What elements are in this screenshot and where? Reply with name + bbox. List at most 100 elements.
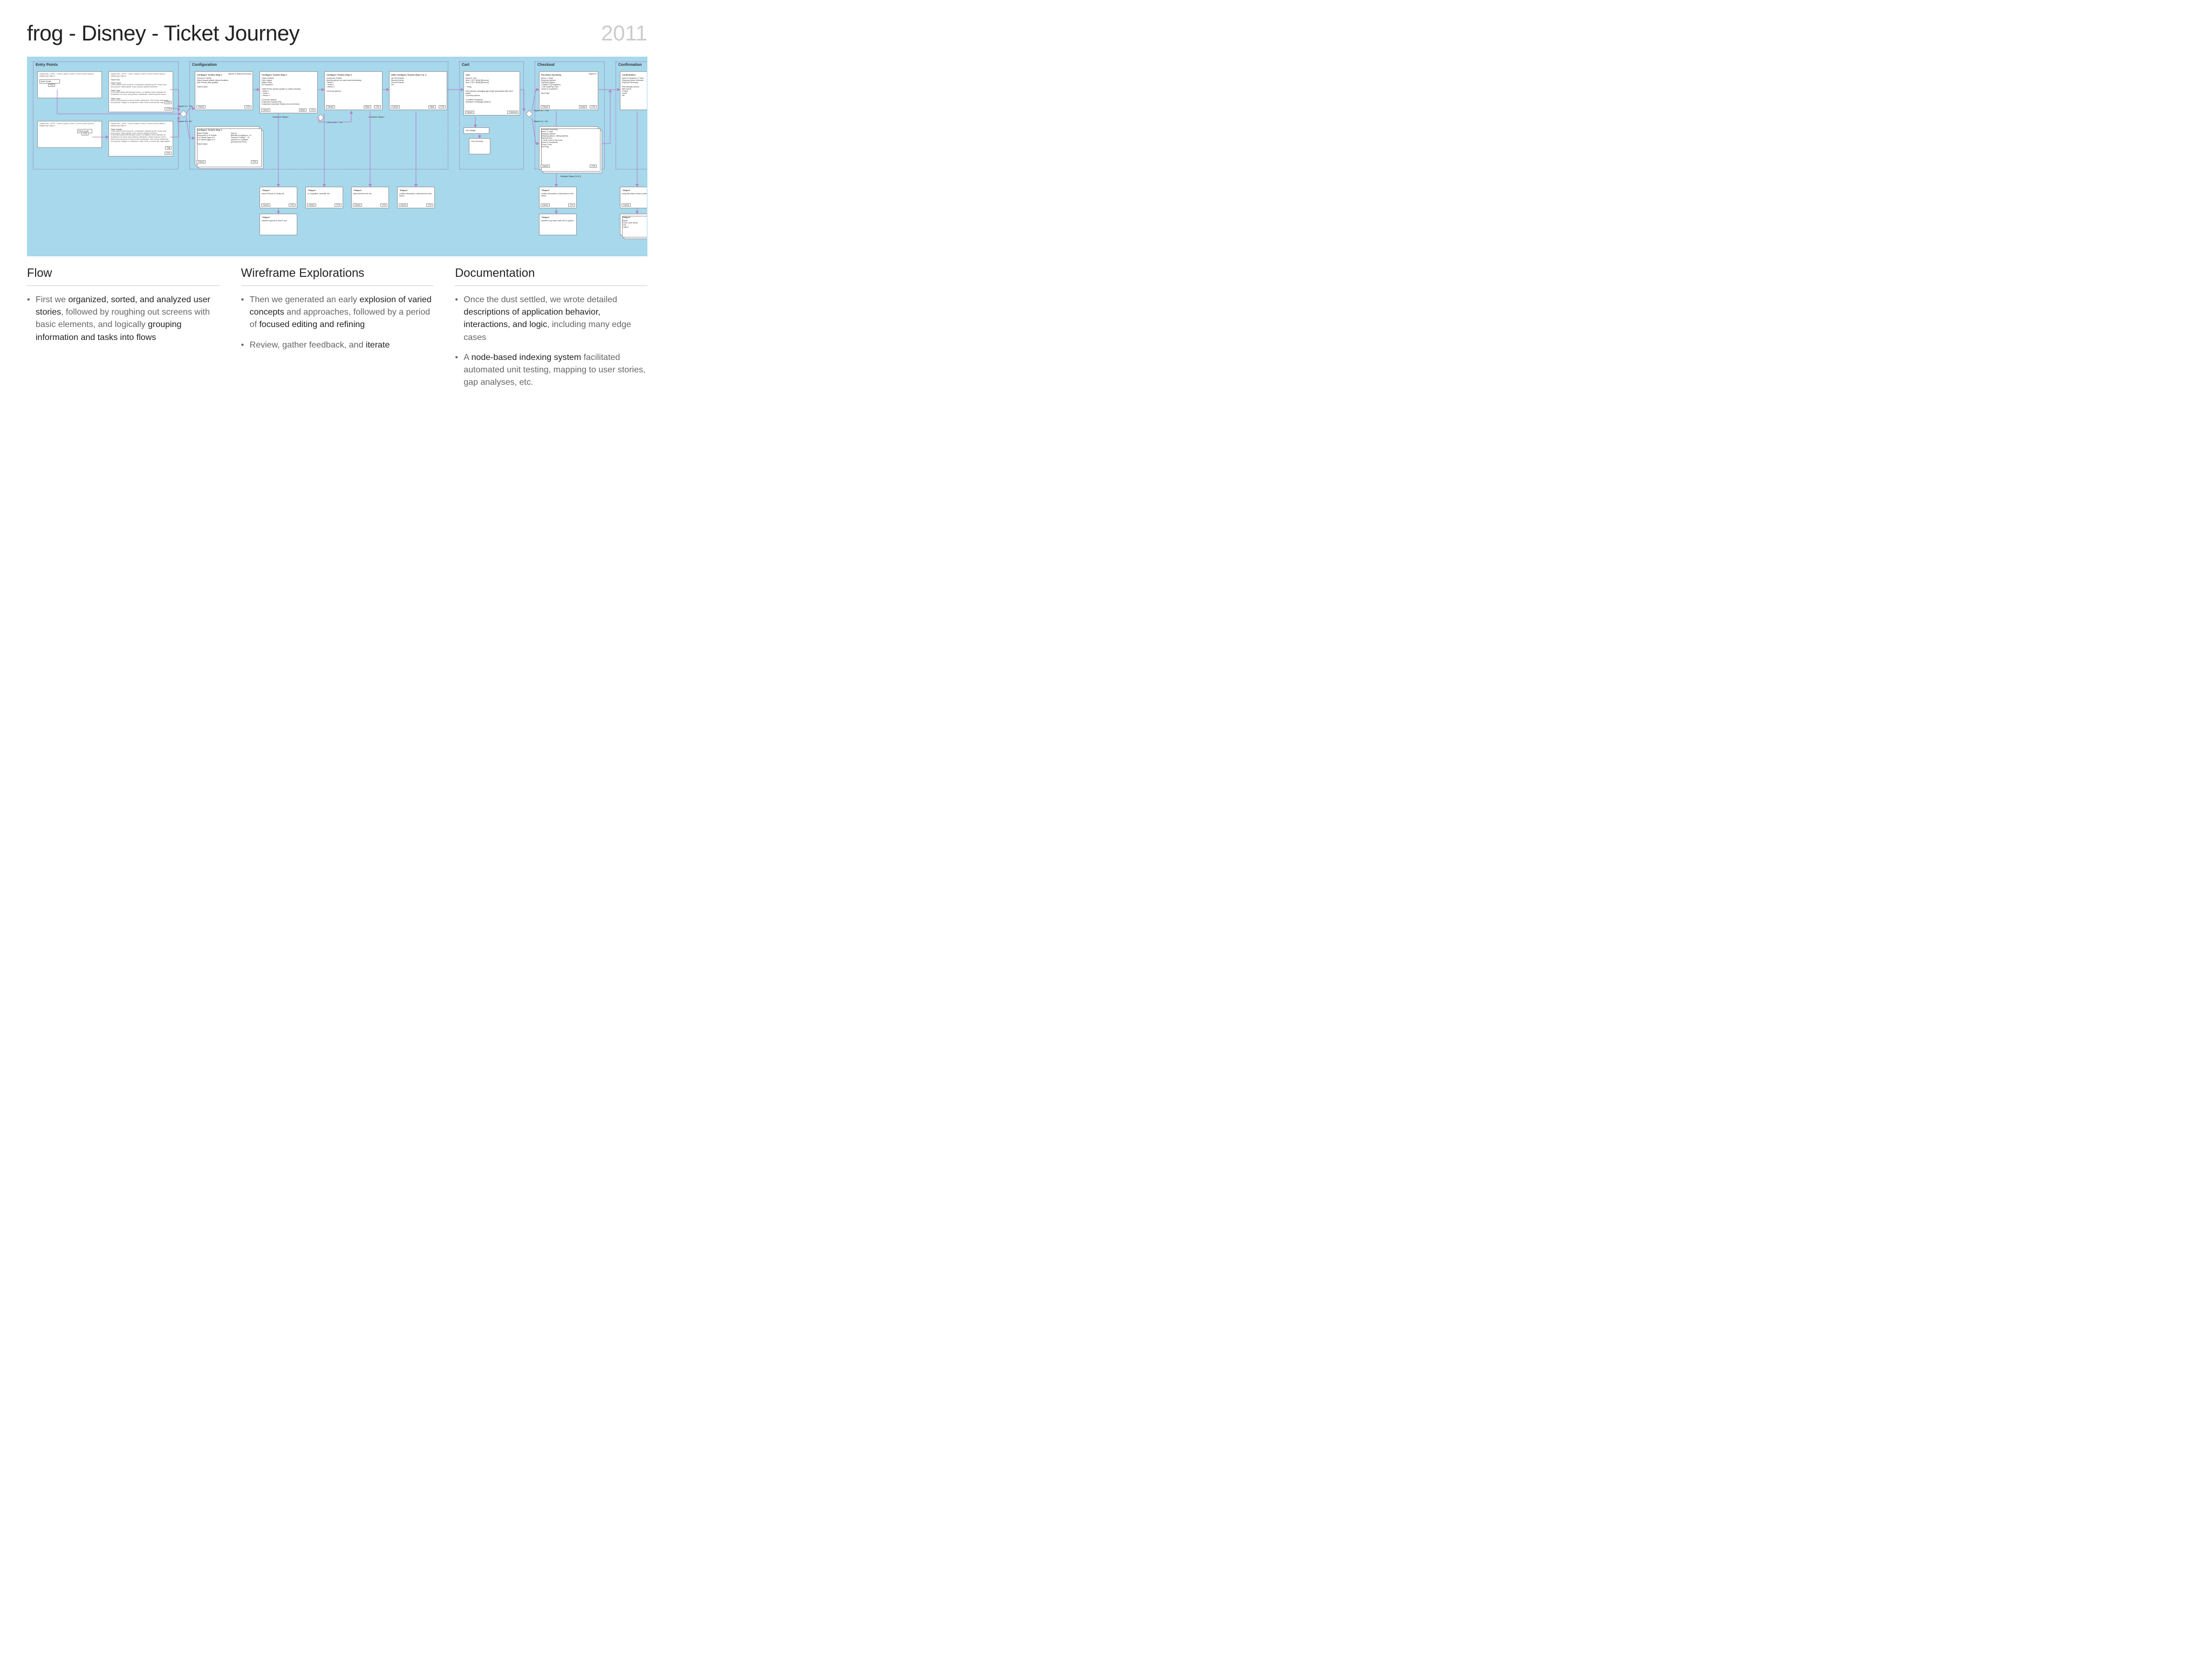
back-button: Back xyxy=(299,108,306,112)
wf-helper-confirm2: "Helper" eticket: • learn more about • l… xyxy=(620,214,647,235)
wf-cart: Cart Items in Cart Item 1 QTY [Edit] [Re… xyxy=(463,71,520,115)
col-heading: Wireframe Explorations xyxy=(241,266,434,280)
label-signed-no: Signed In = No xyxy=(177,120,192,123)
assist-button: Assist xyxy=(579,105,587,108)
cancel-button: Cancel xyxy=(307,203,316,207)
divider xyxy=(241,285,434,286)
cta-button: CTA xyxy=(48,84,55,87)
quick-quote-box: Quick Quote: xyxy=(39,79,60,84)
wf-body: Up-Sell Tickets Special Events Current E… xyxy=(391,77,445,86)
cancel-button: Cancel xyxy=(196,160,206,164)
cancel-button: Cancel xyxy=(541,165,550,168)
wf-title: "Helper" xyxy=(622,189,647,192)
wf-title: "Helper" xyxy=(622,216,647,219)
col-flow: Flow First we organized, sorted, and ana… xyxy=(27,266,220,396)
bullet: A node-based indexing system facilitated… xyxy=(455,351,647,389)
wf-title: "Helper" xyxy=(541,189,575,192)
back-button: Back xyxy=(364,105,371,108)
divider xyxy=(27,285,220,286)
wf-body: describe how each enter info & options xyxy=(541,220,575,222)
checkout-button: Checkout xyxy=(507,111,518,114)
cta-button: CTA xyxy=(426,203,433,207)
page-header: frog - Disney - Ticket Journey 2011 xyxy=(27,22,647,46)
wf-title: Configure Tickets Step 2 xyxy=(262,73,316,76)
cta-button: CTA xyxy=(334,203,342,207)
wf-entry-ticket-intro: Global Nav – MYD : Lorem | Ipsum | dolor… xyxy=(108,71,173,112)
cancel-button: Cancel xyxy=(326,105,335,108)
nav-bar: Global Nav – MYD : Lorem | Ipsum | dolor… xyxy=(39,73,100,78)
cancel-button: Cancel xyxy=(261,203,270,207)
wf-helper-checkout: "Helper" confirm information, instructio… xyxy=(539,187,577,208)
cta-button: CTA xyxy=(590,105,597,108)
wf-config-step2: Configure Tickets Step 2 Ticket Options:… xyxy=(260,71,318,113)
cta-button: CTA xyxy=(81,132,88,135)
cancel-button: Cancel xyxy=(353,203,362,207)
phase-label: Cart xyxy=(460,62,523,68)
description-columns: Flow First we organized, sorted, and ana… xyxy=(27,266,647,396)
wf-body: Friends & Family: Select toward parties … xyxy=(197,77,251,84)
label-signed-welcome: Signed In (Welcome [User]) xyxy=(228,73,251,75)
wf-cart-summary: Cart Summary xyxy=(469,138,490,154)
decision-signed-in xyxy=(180,110,187,118)
lorem-text: Nulla rhoncus ipsum viverra mollis males… xyxy=(111,100,171,104)
section: Ticket Intro xyxy=(111,79,171,81)
bullet: Once the dust settled, we wrote detailed… xyxy=(455,294,647,344)
col-heading: Flow xyxy=(27,266,220,280)
wf-body: confirm information, instructions to fir… xyxy=(541,193,575,197)
wf-title: "Helper" xyxy=(262,216,295,219)
wf-config-step3a: Configure Tickets Step 3 Customize Ticke… xyxy=(324,71,383,110)
wf-title: "Helper" xyxy=(262,189,295,192)
wf-title: Purchase Summary xyxy=(541,73,596,76)
cta-button: CTA xyxy=(380,203,387,207)
wf-confirmation: Confirmation Items Purchased / n Total S… xyxy=(620,71,647,110)
nav-bar: Global Nav – MYD : Lorem | Ipsum | dolor… xyxy=(39,123,100,127)
label-combine: Combine Steps? xyxy=(272,115,289,118)
cta-button: CTA xyxy=(590,165,597,168)
wf-helper-1: "Helper" about Friends & Family etc. Can… xyxy=(260,187,297,208)
wf-body: about Friends & Family etc. xyxy=(262,193,295,195)
label-signed-no: Signed In = No xyxy=(534,120,548,123)
wf-config-step3b: AND Configure Tickets Step 3 or 4 Up-Sel… xyxy=(389,71,447,110)
cta-button: CTA xyxy=(309,108,316,112)
lorem-text: Lorem ipsum dolor sit amet, consectetur … xyxy=(111,84,171,89)
bullet: Then we generated an early explosion of … xyxy=(241,294,434,331)
bullet: First we organized, sorted, and analyzed… xyxy=(27,294,220,344)
wf-title: "Helper" xyxy=(541,216,575,219)
phase-label: Confirmation xyxy=(616,62,647,68)
wf-body: bring this data to kiosk confirmation et… xyxy=(622,193,647,195)
nav-bar: Global Nav – MYD : Lorem | Ipsum | dolor… xyxy=(111,73,171,78)
wf-body: Ticket Details Summarize # of Tickets # … xyxy=(197,132,230,145)
wf-title: AND Configure Tickets Step 3 or 4 xyxy=(391,73,445,76)
lorem-text: Cras malesuada pellentesque turpis, eu d… xyxy=(111,92,171,96)
wf-helper-4: "Helper" confirm information, instructio… xyxy=(397,187,435,208)
divider xyxy=(455,285,647,286)
label-combine: Combine Steps? xyxy=(368,115,385,118)
label-signed-in: Signed In xyxy=(589,73,597,75)
cancel-button: Cancel xyxy=(391,105,400,108)
cta-button: CTA xyxy=(165,101,172,104)
wf-body: eticket: • learn more about • link • vid… xyxy=(622,220,647,228)
wf-helper-1b: "Helper" describe options & how to use xyxy=(260,214,297,235)
cancel-button: Cancel xyxy=(622,203,631,207)
phase-label: Configuration xyxy=(190,62,448,68)
wf-helper-checkout2: "Helper" describe how each enter info & … xyxy=(539,214,577,235)
page-year: 2011 xyxy=(601,22,647,46)
tag-button: Tag xyxy=(165,146,172,149)
wf-helper-confirm: "Helper" bring this data to kiosk confir… xyxy=(620,187,647,208)
cancel-button: Cancel xyxy=(541,105,550,108)
wf-title: Confirmation xyxy=(622,73,647,76)
signin-body: Sign In: Benefits of signing in, i.e. Fr… xyxy=(231,132,255,143)
wf-body: Items / n Total Shipping Options Payment… xyxy=(541,77,596,94)
label-customize: Customize = Yes xyxy=(326,121,343,124)
wf-cart-widget: Cart Widget xyxy=(463,127,489,134)
phase-label: Checkout xyxy=(535,62,604,68)
wf-config-signin-step1: Configure Tickets Step 1 Ticket Details … xyxy=(195,126,260,165)
bullet: Review, gather feedback, and iterate xyxy=(241,339,434,351)
wf-body: re: expiration, benefits, etc. xyxy=(308,193,341,195)
cancel-button: Cancel xyxy=(541,203,550,207)
cta-button: CTA xyxy=(289,203,296,207)
cta-button: CTA xyxy=(165,152,172,155)
col-wireframe: Wireframe Explorations Then we generated… xyxy=(241,266,434,396)
cancel-button: Cancel xyxy=(465,111,474,114)
col-documentation: Documentation Once the dust settled, we … xyxy=(455,266,647,396)
